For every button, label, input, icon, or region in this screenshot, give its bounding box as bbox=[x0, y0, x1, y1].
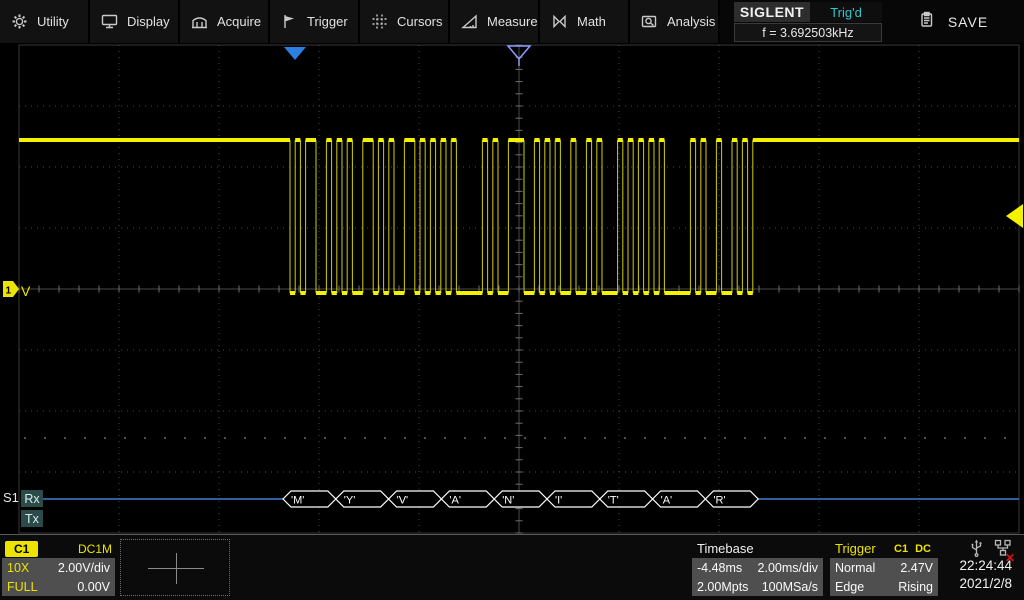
inactive-trace-dot bbox=[484, 437, 486, 439]
channel1-scale: 2.00V/div bbox=[58, 561, 110, 575]
add-channel-placeholder[interactable] bbox=[120, 539, 230, 596]
decode-bubble-label: 'I' bbox=[555, 495, 562, 507]
trigger-level: 2.47V bbox=[900, 561, 933, 575]
status-bar: C1 DC1M 10X 2.00V/div FULL 0.00V Timebas… bbox=[0, 534, 1024, 600]
inactive-trace-dot bbox=[824, 437, 826, 439]
timebase-title: Timebase bbox=[692, 539, 823, 558]
inactive-trace-dot bbox=[944, 437, 946, 439]
inactive-trace-dot bbox=[904, 437, 906, 439]
inactive-trace-dot bbox=[704, 437, 706, 439]
trigger-delay-marker[interactable] bbox=[284, 47, 306, 60]
decode-bubble-label: 'M' bbox=[291, 495, 304, 507]
inactive-trace-dot bbox=[184, 437, 186, 439]
decode-bus-name: S1 bbox=[3, 490, 19, 505]
inactive-trace-dot bbox=[444, 437, 446, 439]
trigger-mode: Normal bbox=[835, 561, 875, 575]
inactive-trace-dot bbox=[124, 437, 126, 439]
inactive-trace-dot bbox=[564, 437, 566, 439]
inactive-trace-dot bbox=[164, 437, 166, 439]
inactive-trace-dot bbox=[264, 437, 266, 439]
inactive-trace-dot bbox=[64, 437, 66, 439]
memory-depth: 2.00Mpts bbox=[697, 580, 748, 594]
trigger-title: Trigger bbox=[835, 541, 876, 556]
channel1-coupling: DC1M bbox=[78, 542, 112, 556]
channel1-badge: C1 bbox=[5, 541, 38, 557]
c1-trace-edges bbox=[290, 140, 753, 293]
channel1-offset-label: 1 bbox=[6, 286, 12, 297]
inactive-trace-dot bbox=[44, 437, 46, 439]
inactive-trace-dot bbox=[344, 437, 346, 439]
inactive-trace-dot bbox=[284, 437, 286, 439]
inactive-trace-dot bbox=[924, 437, 926, 439]
inactive-trace-dot bbox=[664, 437, 666, 439]
timebase-delay: -4.48ms bbox=[697, 561, 742, 575]
inactive-trace-dot bbox=[304, 437, 306, 439]
trigger-level-arrow[interactable] bbox=[1006, 204, 1023, 228]
inactive-trace-dot bbox=[844, 437, 846, 439]
decode-bubble-label: 'R' bbox=[713, 495, 725, 507]
inactive-trace-dot bbox=[724, 437, 726, 439]
waveform-display: 'M' 'Y' 'V' 'A' 'N' 'I' 'T' 'A' 'R' 1V bbox=[0, 0, 1024, 600]
inactive-trace-dot bbox=[624, 437, 626, 439]
inactive-trace-dot bbox=[404, 437, 406, 439]
inactive-trace-dot bbox=[324, 437, 326, 439]
inactive-trace-dot bbox=[544, 437, 546, 439]
inactive-trace-dot bbox=[244, 437, 246, 439]
inactive-trace-dot bbox=[784, 437, 786, 439]
decode-bubble-label: 'T' bbox=[608, 495, 619, 507]
decode-bubble-label: 'N' bbox=[502, 495, 514, 507]
channel1-panel[interactable]: C1 DC1M 10X 2.00V/div FULL 0.00V bbox=[2, 539, 115, 596]
inactive-trace-dot bbox=[584, 437, 586, 439]
inactive-trace-dot bbox=[364, 437, 366, 439]
crosshair-icon bbox=[176, 553, 177, 584]
decode-bubble-label: 'A' bbox=[661, 495, 673, 507]
decode-rx-badge[interactable]: Rx bbox=[21, 490, 43, 507]
inactive-trace-dot bbox=[1004, 437, 1006, 439]
inactive-trace-dot bbox=[104, 437, 106, 439]
inactive-trace-dot bbox=[144, 437, 146, 439]
inactive-trace-dot bbox=[204, 437, 206, 439]
trigger-slope: Rising bbox=[898, 580, 933, 594]
oscilloscope-screen: Utility Display Acquire Trigger bbox=[0, 0, 1024, 600]
timebase-scale: 2.00ms/div bbox=[758, 561, 818, 575]
inactive-trace-dot bbox=[84, 437, 86, 439]
inactive-trace-dot bbox=[764, 437, 766, 439]
channel1-bandwidth: FULL bbox=[7, 580, 38, 594]
inactive-trace-dot bbox=[604, 437, 606, 439]
clock-time: 22:24:44 bbox=[930, 557, 1012, 575]
trigger-panel[interactable]: Trigger C1 DC Normal 2.47V Edge Rising bbox=[830, 539, 938, 596]
channel1-probe: 10X bbox=[7, 561, 29, 575]
inactive-trace-dot bbox=[424, 437, 426, 439]
inactive-trace-dot bbox=[384, 437, 386, 439]
decode-tx-badge[interactable]: Tx bbox=[21, 510, 43, 527]
inactive-trace-dot bbox=[504, 437, 506, 439]
decode-bubble-label: 'A' bbox=[449, 495, 461, 507]
timebase-panel[interactable]: Timebase -4.48ms 2.00ms/div 2.00Mpts 100… bbox=[692, 539, 823, 596]
inactive-trace-dot bbox=[744, 437, 746, 439]
inactive-trace-dot bbox=[24, 437, 26, 439]
decode-bubble-label: 'Y' bbox=[344, 495, 356, 507]
inactive-trace-dot bbox=[964, 437, 966, 439]
inactive-trace-dot bbox=[984, 437, 986, 439]
inactive-trace-dot bbox=[524, 437, 526, 439]
inactive-trace-dot bbox=[864, 437, 866, 439]
trigger-source-badge: C1 bbox=[892, 543, 910, 555]
channel1-offset: 0.00V bbox=[77, 580, 110, 594]
inactive-trace-dot bbox=[884, 437, 886, 439]
inactive-trace-dot bbox=[804, 437, 806, 439]
inactive-trace-dot bbox=[224, 437, 226, 439]
trigger-type: Edge bbox=[835, 580, 864, 594]
decode-bubble-label: 'V' bbox=[397, 495, 409, 507]
inactive-trace-dot bbox=[464, 437, 466, 439]
sample-rate: 100MSa/s bbox=[762, 580, 818, 594]
inactive-trace-dot bbox=[684, 437, 686, 439]
inactive-trace-dot bbox=[644, 437, 646, 439]
channel1-unit-label: V bbox=[21, 283, 31, 299]
trigger-coupling-badge: DC bbox=[913, 543, 933, 555]
clock-date: 2021/2/8 bbox=[930, 575, 1012, 593]
